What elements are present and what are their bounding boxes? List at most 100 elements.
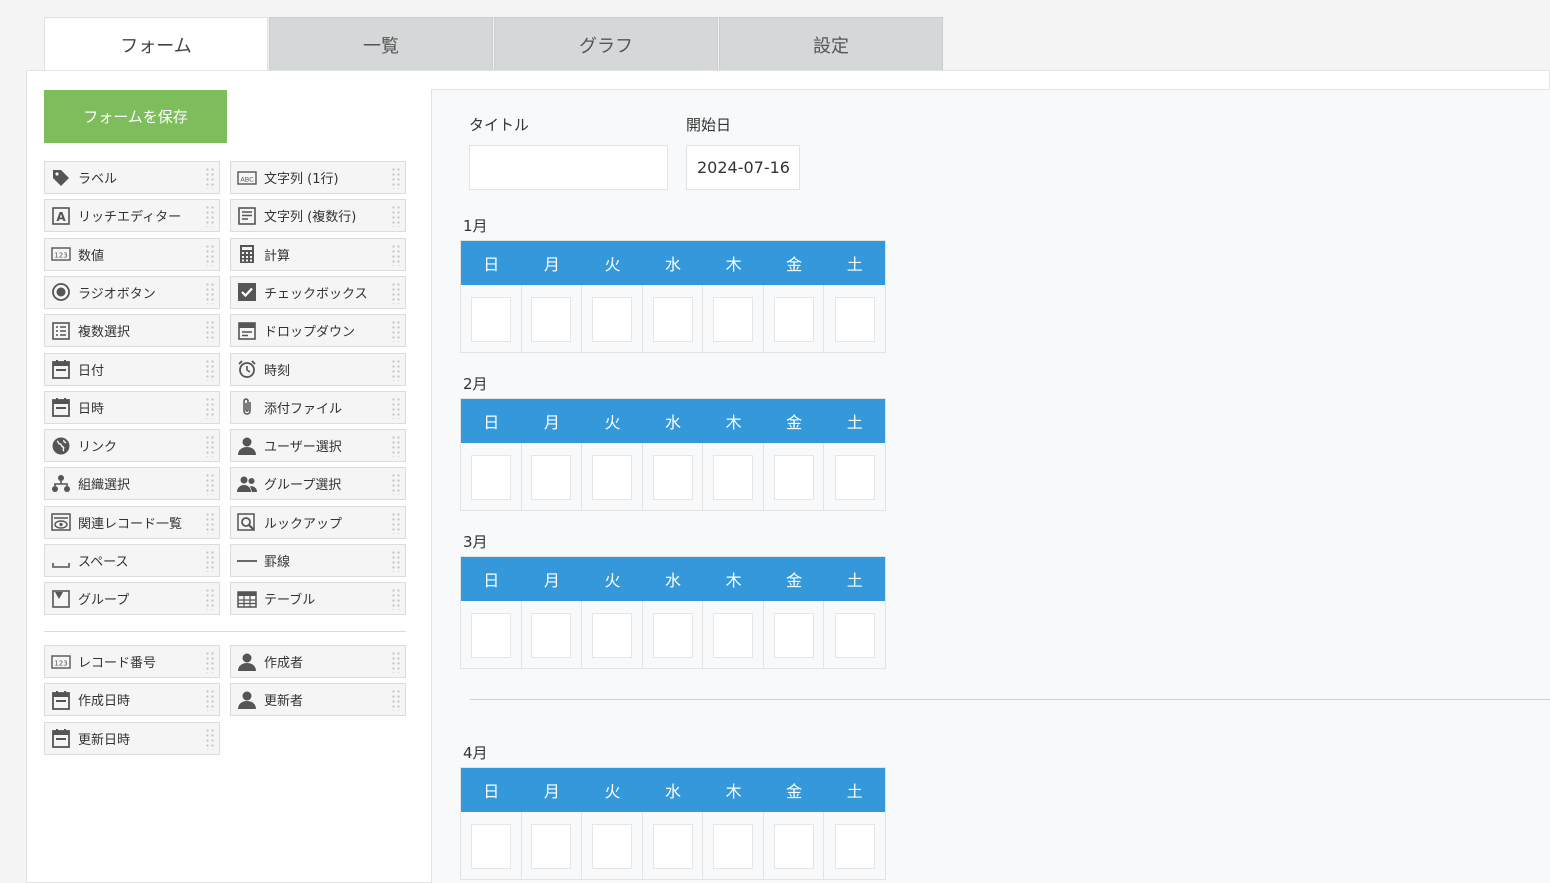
title-input[interactable] — [469, 145, 668, 190]
day-input[interactable] — [652, 296, 693, 342]
day-input[interactable] — [713, 823, 754, 869]
drag-handle-icon[interactable] — [391, 167, 401, 189]
title-field-label: タイトル — [469, 116, 530, 134]
day-input[interactable] — [591, 454, 632, 500]
drag-handle-icon[interactable] — [205, 588, 215, 611]
day-input[interactable] — [531, 296, 572, 342]
drag-handle-icon[interactable] — [391, 205, 401, 228]
day-input[interactable] — [773, 454, 814, 500]
palette-item[interactable]: ラベル — [44, 161, 220, 194]
palette-item[interactable]: 時刻 — [230, 352, 406, 386]
day-input[interactable] — [531, 823, 572, 869]
day-input[interactable] — [652, 823, 693, 869]
day-input[interactable] — [652, 612, 693, 658]
drag-handle-icon[interactable] — [205, 550, 215, 572]
drag-handle-icon[interactable] — [205, 396, 215, 419]
tab-settings[interactable]: 設定 — [719, 17, 943, 71]
drag-handle-icon[interactable] — [391, 689, 401, 712]
palette-item[interactable]: リンク — [44, 429, 220, 463]
palette-item[interactable]: 計算 — [230, 237, 406, 271]
drag-handle-icon[interactable] — [205, 320, 215, 343]
palette-item[interactable]: 関連レコード一覧 — [44, 505, 220, 539]
palette-item-label: 数値 — [78, 248, 105, 264]
palette-item[interactable]: 添付ファイル — [230, 390, 406, 424]
day-cell — [824, 443, 885, 511]
start-date-input[interactable]: 2024-07-16 — [686, 145, 800, 190]
palette-item[interactable]: ラジオボタン — [44, 275, 220, 309]
dropdown-icon — [236, 320, 258, 342]
day-input[interactable] — [713, 612, 754, 658]
palette-item[interactable]: ユーザー選択 — [230, 429, 406, 463]
drag-handle-icon[interactable] — [391, 320, 401, 343]
palette-item[interactable]: テーブル — [230, 582, 406, 616]
palette-item[interactable]: グループ選択 — [230, 467, 406, 501]
palette-item[interactable]: 123 数値 — [44, 237, 220, 271]
day-input[interactable] — [713, 296, 754, 342]
palette-item[interactable]: ドロップダウン — [230, 314, 406, 348]
day-input[interactable] — [470, 296, 511, 342]
palette-item[interactable]: 作成日時 — [44, 683, 220, 717]
palette-item[interactable]: 複数選択 — [44, 314, 220, 348]
palette-item[interactable]: 更新日時 — [44, 721, 220, 755]
palette-item[interactable]: 作成者 — [230, 645, 406, 678]
day-input[interactable] — [470, 454, 511, 500]
drag-handle-icon[interactable] — [205, 651, 215, 673]
palette-item[interactable]: 日付 — [44, 352, 220, 386]
day-input[interactable] — [834, 296, 875, 342]
day-input[interactable] — [591, 823, 632, 869]
day-input[interactable] — [834, 823, 875, 869]
tab-list[interactable]: 一覧 — [269, 17, 493, 71]
tab-graph[interactable]: グラフ — [494, 17, 718, 71]
day-input[interactable] — [773, 823, 814, 869]
day-input[interactable] — [531, 612, 572, 658]
palette-item[interactable]: チェックボックス — [230, 275, 406, 309]
day-input[interactable] — [591, 296, 632, 342]
drag-handle-icon[interactable] — [391, 435, 401, 458]
drag-handle-icon[interactable] — [205, 689, 215, 712]
day-input[interactable] — [773, 296, 814, 342]
drag-handle-icon[interactable] — [205, 727, 215, 750]
palette-item[interactable]: 組織選択 — [44, 467, 220, 501]
day-input[interactable] — [531, 454, 572, 500]
palette-item[interactable]: 文字列 (複数行) — [230, 199, 406, 233]
day-input[interactable] — [591, 612, 632, 658]
day-cell — [703, 285, 764, 353]
drag-handle-icon[interactable] — [391, 550, 401, 572]
drag-handle-icon[interactable] — [391, 588, 401, 611]
day-input[interactable] — [834, 612, 875, 658]
tab-form[interactable]: フォーム — [44, 17, 268, 71]
palette-item[interactable]: ルックアップ — [230, 505, 406, 539]
palette-item[interactable]: A リッチエディター — [44, 199, 220, 233]
day-input[interactable] — [652, 454, 693, 500]
drag-handle-icon[interactable] — [391, 473, 401, 496]
save-form-button[interactable]: フォームを保存 — [44, 90, 227, 143]
drag-handle-icon[interactable] — [391, 396, 401, 419]
drag-handle-icon[interactable] — [391, 511, 401, 534]
drag-handle-icon[interactable] — [205, 473, 215, 496]
drag-handle-icon[interactable] — [205, 205, 215, 228]
drag-handle-icon[interactable] — [205, 435, 215, 458]
palette-item-label: ラジオボタン — [78, 286, 156, 302]
day-input[interactable] — [834, 454, 875, 500]
palette-item[interactable]: 123 レコード番号 — [44, 645, 220, 678]
day-row — [461, 601, 885, 669]
day-input[interactable] — [470, 612, 511, 658]
day-input[interactable] — [773, 612, 814, 658]
palette-item[interactable]: 日時 — [44, 390, 220, 424]
palette-item[interactable]: 更新者 — [230, 683, 406, 717]
drag-handle-icon[interactable] — [391, 243, 401, 266]
drag-handle-icon[interactable] — [205, 358, 215, 381]
day-input[interactable] — [713, 454, 754, 500]
drag-handle-icon[interactable] — [391, 281, 401, 304]
palette-item[interactable]: 罫線 — [230, 544, 406, 577]
drag-handle-icon[interactable] — [205, 281, 215, 304]
palette-item[interactable]: グループ — [44, 582, 220, 616]
palette-item[interactable]: ABC 文字列 (1行) — [230, 161, 406, 194]
palette-item[interactable]: スペース — [44, 544, 220, 577]
drag-handle-icon[interactable] — [391, 358, 401, 381]
drag-handle-icon[interactable] — [205, 167, 215, 189]
drag-handle-icon[interactable] — [391, 651, 401, 673]
drag-handle-icon[interactable] — [205, 511, 215, 534]
drag-handle-icon[interactable] — [205, 243, 215, 266]
day-input[interactable] — [470, 823, 511, 869]
